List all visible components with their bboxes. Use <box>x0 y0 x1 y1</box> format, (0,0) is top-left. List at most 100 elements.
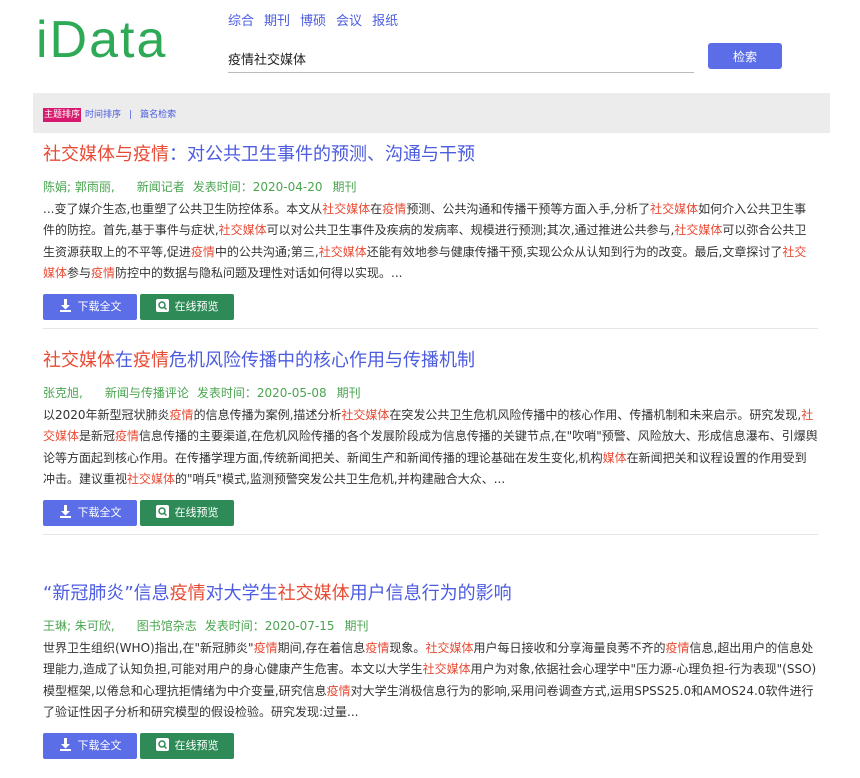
online-preview-label: 在线预览 <box>174 299 219 313</box>
nav-all[interactable]: 综合 <box>228 14 254 29</box>
abstract-text: 现象。 <box>389 640 426 655</box>
abstract-text: 中的公共沟通;第三, <box>214 244 319 259</box>
result-date: 2020-04-20 <box>252 179 323 194</box>
result-authors[interactable]: 张克旭, <box>43 386 83 400</box>
abstract-highlight: 社交媒体 <box>127 472 176 487</box>
result-meta: 陈娟; 郭雨丽, 新闻记者 发表时间：2020-04-20 期刊 <box>43 178 818 195</box>
abstract-text: 是新冠 <box>79 429 116 444</box>
abstract-text: 可以对公共卫生事件及疾病的发病率、规模进行预测;其次,通过推进公共参与, <box>266 223 675 238</box>
preview-icon <box>155 738 169 752</box>
abstract-text: 世界卫生组织(WHO)指出,在"新冠肺炎" <box>43 640 254 655</box>
idata-logo[interactable]: iData <box>36 14 167 66</box>
result-title-link[interactable]: “新冠肺炎”信息疫情对大学生社交媒体用户信息行为的影响 <box>43 583 818 605</box>
result-abstract: 以2020年新型冠状肺炎疫情的信息传播为案例,描述分析社交媒体在突发公共卫生危机… <box>43 405 818 491</box>
abstract-text: 用户每日接收和分享海量良莠不齐的 <box>473 640 666 655</box>
download-icon <box>59 738 71 752</box>
online-preview-label: 在线预览 <box>174 738 219 752</box>
search-input[interactable] <box>228 44 694 73</box>
result-date-label: 发表时间： <box>196 385 257 400</box>
abstract-text: 预测、公共沟通和传播干预等方面入手,分析了 <box>406 201 651 216</box>
abstract-highlight: 疫情 <box>169 407 194 422</box>
title-highlight: 社交媒体 <box>277 583 350 604</box>
abstract-text: 还能有效地参与健康传播干预,实现公众从认知到行为的改变。最后,文章探讨了 <box>366 244 783 259</box>
abstract-text: 以2020年新型冠状肺炎 <box>43 407 170 422</box>
abstract-highlight: 社交媒体 <box>218 223 267 238</box>
abstract-text: 在 <box>370 201 383 216</box>
nav-journal[interactable]: 期刊 <box>264 14 290 29</box>
result-divider <box>43 327 818 329</box>
title-text: “新冠肺炎”信息 <box>43 583 170 604</box>
sort-bar: 主题排序 时间排序 | 篇名检索 <box>33 93 830 133</box>
result-date: 2020-05-08 <box>256 385 327 400</box>
result-abstract: 世界卫生组织(WHO)指出,在"新冠肺炎"疫情期间,存在着信息疫情现象。社交媒体… <box>43 638 818 724</box>
preview-icon <box>155 505 169 519</box>
abstract-text: 防控中的数据与隐私问题及理性对话如何得以实现。... <box>115 266 403 281</box>
abstract-highlight: 疫情 <box>115 429 140 444</box>
abstract-highlight: 疫情 <box>665 640 690 655</box>
online-preview-button[interactable]: 在线预览 <box>140 732 234 759</box>
result-meta: 王琳; 朱可欣, 图书馆杂志 发表时间：2020-07-15 期刊 <box>43 617 818 634</box>
result-source[interactable]: 新闻与传播评论 <box>105 386 189 400</box>
title-text: 用户信息行为的影响 <box>349 583 512 604</box>
download-fulltext-label: 下载全文 <box>77 299 122 313</box>
abstract-highlight: 社交媒体 <box>674 223 723 238</box>
online-preview-button[interactable]: 在线预览 <box>140 293 234 320</box>
download-fulltext-label: 下载全文 <box>77 738 122 752</box>
title-highlight: 疫情 <box>133 350 169 371</box>
result-date-label: 发表时间： <box>192 179 253 194</box>
result-abstract: ...变了媒介生态,也重塑了公共卫生防控体系。本文从社交媒体在疫情预测、公共沟通… <box>43 199 818 285</box>
abstract-highlight: 疫情 <box>382 201 407 216</box>
nav-newspaper[interactable]: 报纸 <box>372 14 398 29</box>
abstract-text: 在突发公共卫生危机风险传播中的核心作用、传播机制和未来启示。研究发现, <box>389 407 802 422</box>
online-preview-label: 在线预览 <box>174 505 219 519</box>
download-fulltext-button[interactable]: 下载全文 <box>43 293 137 320</box>
abstract-highlight: 疫情 <box>326 683 351 698</box>
title-search[interactable]: 篇名检索 <box>140 110 176 120</box>
result-title-link[interactable]: 社交媒体与疫情：对公共卫生事件的预测、沟通与干预 <box>43 144 818 166</box>
result-meta: 张克旭, 新闻与传播评论 发表时间：2020-05-08 期刊 <box>43 384 818 401</box>
download-fulltext-button[interactable]: 下载全文 <box>43 499 137 526</box>
abstract-highlight: 社交媒体 <box>322 201 371 216</box>
result-date: 2020-07-15 <box>264 618 335 633</box>
nav-conference[interactable]: 会议 <box>336 14 362 29</box>
abstract-highlight: 疫情 <box>190 244 215 259</box>
result-title-link[interactable]: 社交媒体在疫情危机风险传播中的核心作用与传播机制 <box>43 350 818 372</box>
abstract-highlight: 社交媒体 <box>650 201 699 216</box>
result-authors[interactable]: 陈娟; 郭雨丽, <box>43 180 115 194</box>
title-highlight: 疫情 <box>169 583 206 604</box>
title-text: ：对公共卫生事件的预测、沟通与干预 <box>169 144 475 165</box>
nav-thesis[interactable]: 博硕 <box>300 14 326 29</box>
sort-by-time[interactable]: 时间排序 <box>85 110 121 120</box>
result-actions: 下载全文 在线预览 <box>43 499 818 526</box>
abstract-highlight: 社交媒体 <box>425 640 474 655</box>
sort-by-topic[interactable]: 主题排序 <box>43 108 82 122</box>
abstract-highlight: 疫情 <box>253 640 278 655</box>
result-actions: 下载全文 在线预览 <box>43 293 818 320</box>
result-source[interactable]: 新闻记者 <box>137 180 185 194</box>
download-icon <box>59 505 71 519</box>
result-item: 社交媒体与疫情：对公共卫生事件的预测、沟通与干预陈娟; 郭雨丽, 新闻记者 发表时间… <box>43 144 818 329</box>
title-text: 对大学生 <box>205 583 278 604</box>
abstract-text: 的"哨兵"模式,监测预警突发公共卫生危机,并构建融合大众、... <box>175 472 506 487</box>
search-button[interactable]: 检索 <box>708 43 782 69</box>
online-preview-button[interactable]: 在线预览 <box>140 499 234 526</box>
abstract-highlight: 社交媒体 <box>341 407 390 422</box>
result-actions: 下载全文 在线预览 <box>43 732 818 759</box>
preview-icon <box>155 299 169 313</box>
result-source[interactable]: 图书馆杂志 <box>137 619 197 633</box>
title-highlight: 社交媒体 <box>43 350 115 371</box>
result-item: “新冠肺炎”信息疫情对大学生社交媒体用户信息行为的影响 王琳; 朱可欣, 图书馆杂志… <box>43 583 818 759</box>
download-fulltext-label: 下载全文 <box>77 505 122 519</box>
category-nav: 综合 期刊 博硕 会议 报纸 <box>228 10 408 29</box>
result-type: 期刊 <box>332 179 357 194</box>
abstract-text: 的信息传播为案例,描述分析 <box>193 407 342 422</box>
result-type: 期刊 <box>336 385 361 400</box>
download-fulltext-button[interactable]: 下载全文 <box>43 732 137 759</box>
title-text: 在 <box>115 350 133 371</box>
result-divider <box>43 533 818 535</box>
sort-separator: | <box>129 110 133 120</box>
result-authors[interactable]: 王琳; 朱可欣, <box>43 619 115 633</box>
abstract-text: ...变了媒介生态,也重塑了公共卫生防控体系。本文从 <box>43 201 323 216</box>
title-text: 危机风险传播中的核心作用与传播机制 <box>169 350 475 371</box>
download-icon <box>59 299 71 313</box>
